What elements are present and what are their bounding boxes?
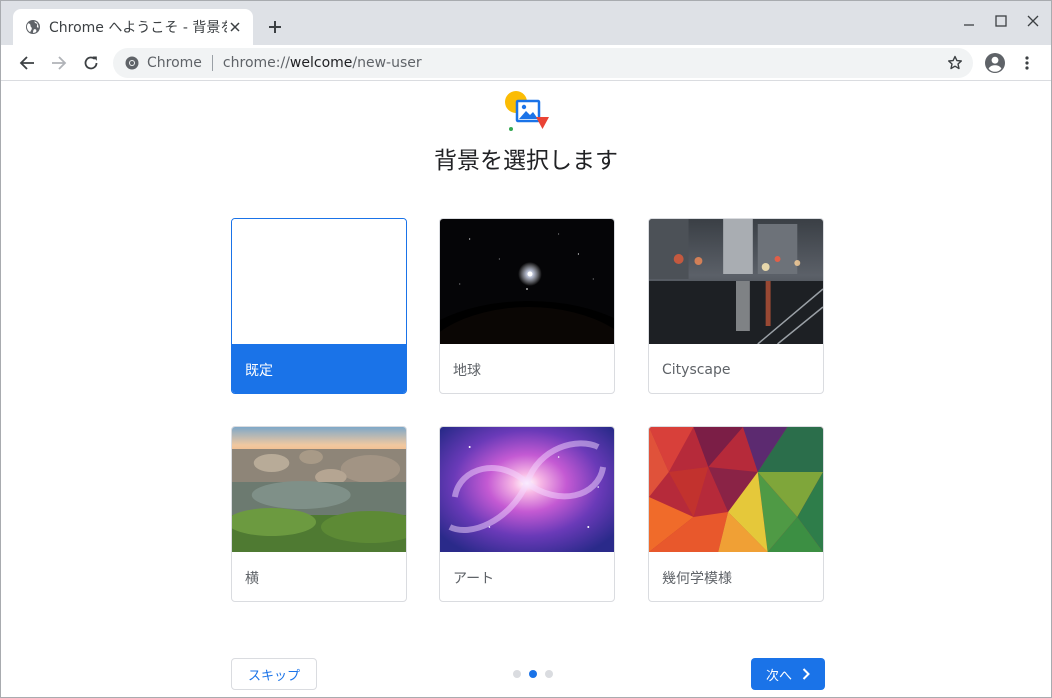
tab-close-button[interactable] bbox=[227, 19, 243, 35]
omnibox-chip: Chrome bbox=[147, 55, 202, 71]
tab-strip: Chrome へようこそ - 背景を選択 bbox=[1, 1, 1051, 45]
background-label: 地球 bbox=[453, 362, 481, 379]
background-card-art[interactable]: アート bbox=[439, 426, 615, 602]
bookmark-button[interactable] bbox=[945, 53, 965, 73]
toolbar: Chrome chrome://welcome/new-user bbox=[1, 45, 1051, 81]
arrow-left-icon bbox=[19, 56, 34, 70]
more-vert-icon bbox=[1025, 56, 1029, 70]
reload-button[interactable] bbox=[79, 51, 103, 75]
background-thumbnail-geometric bbox=[649, 427, 823, 552]
omnibox-separator bbox=[211, 55, 213, 71]
step-dot bbox=[513, 670, 521, 678]
chrome-logo-icon bbox=[125, 56, 139, 70]
background-grid: 既定 地球 Cityscape 横 アート 幾何学模様 bbox=[231, 218, 825, 602]
account-circle-icon bbox=[985, 53, 1005, 73]
minimize-icon bbox=[964, 24, 974, 26]
arrow-right-icon bbox=[52, 56, 67, 70]
close-icon bbox=[230, 22, 240, 32]
background-thumbnail-art bbox=[440, 427, 614, 552]
background-thumbnail-default bbox=[232, 219, 406, 344]
background-card-cityscape[interactable]: Cityscape bbox=[648, 218, 824, 394]
background-card-default[interactable]: 既定 bbox=[231, 218, 407, 394]
background-picture-icon bbox=[505, 91, 549, 131]
reload-icon bbox=[84, 56, 98, 70]
background-thumbnail-cityscape bbox=[649, 219, 823, 344]
background-label: 横 bbox=[245, 570, 259, 587]
omnibox-url: chrome://welcome/new-user bbox=[223, 55, 422, 71]
url-scheme: chrome:// bbox=[222, 55, 290, 71]
forward-button[interactable] bbox=[47, 51, 71, 75]
background-label: Cityscape bbox=[662, 361, 731, 378]
plus-icon bbox=[269, 21, 281, 33]
background-card-landscape[interactable]: 横 bbox=[231, 426, 407, 602]
maximize-button[interactable] bbox=[991, 11, 1011, 31]
omnibox[interactable]: Chrome chrome://welcome/new-user bbox=[113, 48, 973, 78]
tab-welcome[interactable]: Chrome へようこそ - 背景を選択 bbox=[13, 9, 253, 45]
back-button[interactable] bbox=[15, 51, 39, 75]
step-dot bbox=[545, 670, 553, 678]
skip-button[interactable]: スキップ bbox=[231, 658, 317, 690]
next-button[interactable]: 次へ bbox=[751, 658, 825, 690]
star-icon bbox=[948, 55, 962, 70]
close-icon bbox=[1027, 15, 1039, 27]
chevron-right-icon bbox=[802, 668, 810, 680]
globe-icon bbox=[26, 20, 40, 34]
url-host: welcome bbox=[289, 55, 353, 71]
next-button-label: 次へ bbox=[765, 668, 792, 684]
background-label: 幾何学模様 bbox=[662, 570, 732, 587]
background-thumbnail-landscape bbox=[232, 427, 406, 552]
background-card-geometric[interactable]: 幾何学模様 bbox=[648, 426, 824, 602]
new-tab-button[interactable] bbox=[263, 15, 287, 39]
browser-window: Chrome へようこそ - 背景を選択 bbox=[0, 0, 1052, 698]
page-title: 背景を選択します bbox=[434, 148, 618, 174]
step-indicator bbox=[513, 670, 553, 678]
background-card-earth[interactable]: 地球 bbox=[439, 218, 615, 394]
profile-button[interactable] bbox=[983, 51, 1007, 75]
url-path: /new-user bbox=[352, 55, 422, 71]
maximize-icon bbox=[995, 15, 1007, 27]
menu-button[interactable] bbox=[1015, 51, 1039, 75]
background-label: 既定 bbox=[232, 344, 406, 393]
footer-nav: スキップ 次へ bbox=[231, 658, 825, 690]
background-thumbnail-earth bbox=[440, 219, 614, 344]
close-window-button[interactable] bbox=[1023, 11, 1043, 31]
step-dot-active bbox=[529, 670, 537, 678]
welcome-page: 背景を選択します 既定 地球 Cityscape 横 アート 幾何学模様 スキッ… bbox=[1, 81, 1051, 697]
minimize-button[interactable] bbox=[959, 11, 979, 31]
background-label: アート bbox=[453, 570, 495, 587]
tab-title: Chrome へようこそ - 背景を選択 bbox=[49, 20, 227, 36]
